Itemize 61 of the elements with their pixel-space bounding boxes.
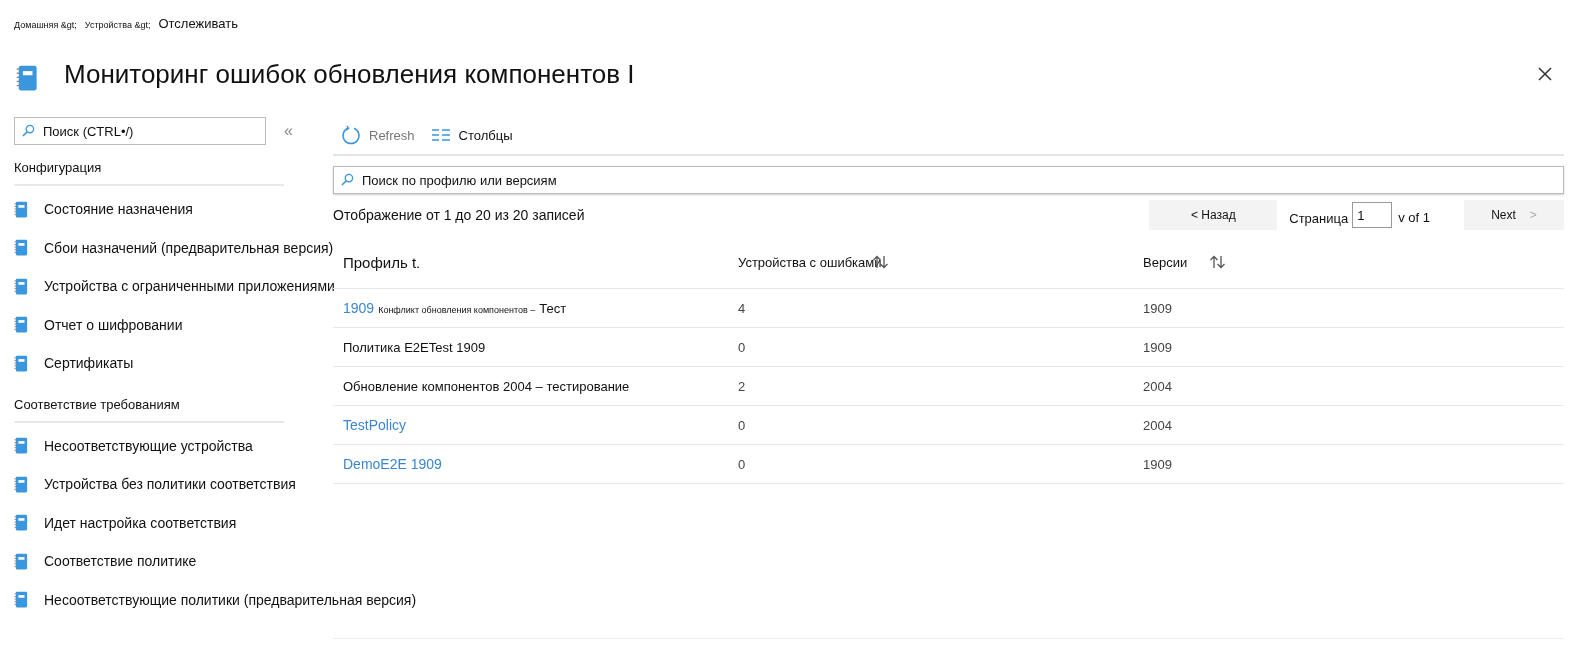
notebook-icon	[14, 200, 28, 218]
column-header[interactable]: Устройства с ошибками	[738, 254, 890, 270]
notebook-icon	[14, 514, 28, 532]
nav-link[interactable]: Устройства без политики соответствия	[44, 476, 296, 493]
profile-name: Тест	[539, 301, 567, 316]
error-count: 2	[738, 379, 746, 394]
nav-link[interactable]: Сертификаты	[44, 355, 134, 372]
profile-link[interactable]: TestPolicy	[343, 417, 407, 433]
nav-link[interactable]: Идет настройка соответствия	[44, 514, 237, 531]
search-icon	[341, 173, 354, 186]
profile-link[interactable]: DemoE2E 1909	[343, 456, 442, 472]
notebook-icon	[14, 437, 28, 455]
nav-link[interactable]: Соответствие политике	[44, 553, 197, 570]
page-title: Мониторинг ошибок обновления компонентов I	[64, 58, 636, 90]
collapse-button[interactable]: «	[284, 122, 293, 140]
nav-link[interactable]: Устройства с ограниченными приложениями	[44, 278, 335, 295]
version-cell: 2004	[1143, 379, 1172, 394]
sort-icon[interactable]	[1209, 255, 1228, 269]
error-count: 0	[738, 418, 746, 433]
notebook-icon	[14, 552, 28, 570]
next-button[interactable]: Next >	[1464, 200, 1564, 230]
notebook-icon	[16, 64, 38, 92]
close-icon[interactable]	[1538, 67, 1552, 81]
page-field[interactable]: 1	[1352, 202, 1393, 228]
notebook-icon	[14, 277, 28, 295]
search-icon	[22, 124, 35, 137]
filter-field[interactable]: Поиск по профилю или версиям	[333, 166, 1564, 194]
error-count: 4	[738, 301, 746, 316]
page-count: v of 1	[1398, 209, 1430, 225]
profile-name: Политика E2ETest 1909	[343, 339, 486, 355]
nav-link[interactable]: Несоответствующие устройства	[44, 437, 253, 454]
columns-button[interactable]: Столбцы	[430, 125, 513, 145]
notebook-icon	[14, 316, 28, 334]
version-cell: 2004	[1143, 418, 1172, 433]
error-count: 0	[738, 340, 746, 355]
profile-name: Обновление компонентов 2004 – тестирование	[343, 378, 630, 394]
nav-link[interactable]: Состояние назначения	[44, 201, 193, 218]
previous-button[interactable]: < Назад	[1149, 200, 1278, 230]
version-cell: 1909	[1143, 340, 1172, 355]
section-header: Соответствие требованиям	[14, 382, 284, 423]
nav-link[interactable]: Отчет о шифровании	[44, 316, 183, 333]
search-field[interactable]: Поиск (CTRL•/)	[14, 117, 266, 145]
notebook-icon	[14, 239, 28, 257]
error-count: 0	[738, 457, 746, 472]
page-label: Страница	[1289, 210, 1349, 226]
version-cell: 1909	[1143, 301, 1172, 316]
version-cell: 1909	[1143, 457, 1172, 472]
column-header[interactable]: Профиль t.	[343, 253, 421, 271]
profile-link[interactable]: 1909	[343, 300, 375, 316]
column-header[interactable]: Версии	[1143, 254, 1228, 270]
breadcrumb-link[interactable]: Домашняя &gt;	[14, 20, 77, 30]
breadcrumb-link[interactable]: Устройства &gt;	[84, 20, 151, 30]
nav-link[interactable]: Несоответствующие политики (предварительная версия)	[44, 591, 417, 608]
refresh-icon	[341, 125, 361, 145]
nav-link[interactable]: Сбои назначений (предварительная версия)	[44, 239, 334, 256]
notebook-icon	[14, 475, 28, 493]
notebook-icon	[14, 354, 28, 372]
records-summary: Отображение от 1 до 20 из 20 записей	[333, 207, 585, 223]
section-header: Конфигурация	[14, 146, 284, 186]
notebook-icon	[14, 591, 28, 609]
profile-name: Конфликт обновления компонентов –	[378, 305, 536, 315]
